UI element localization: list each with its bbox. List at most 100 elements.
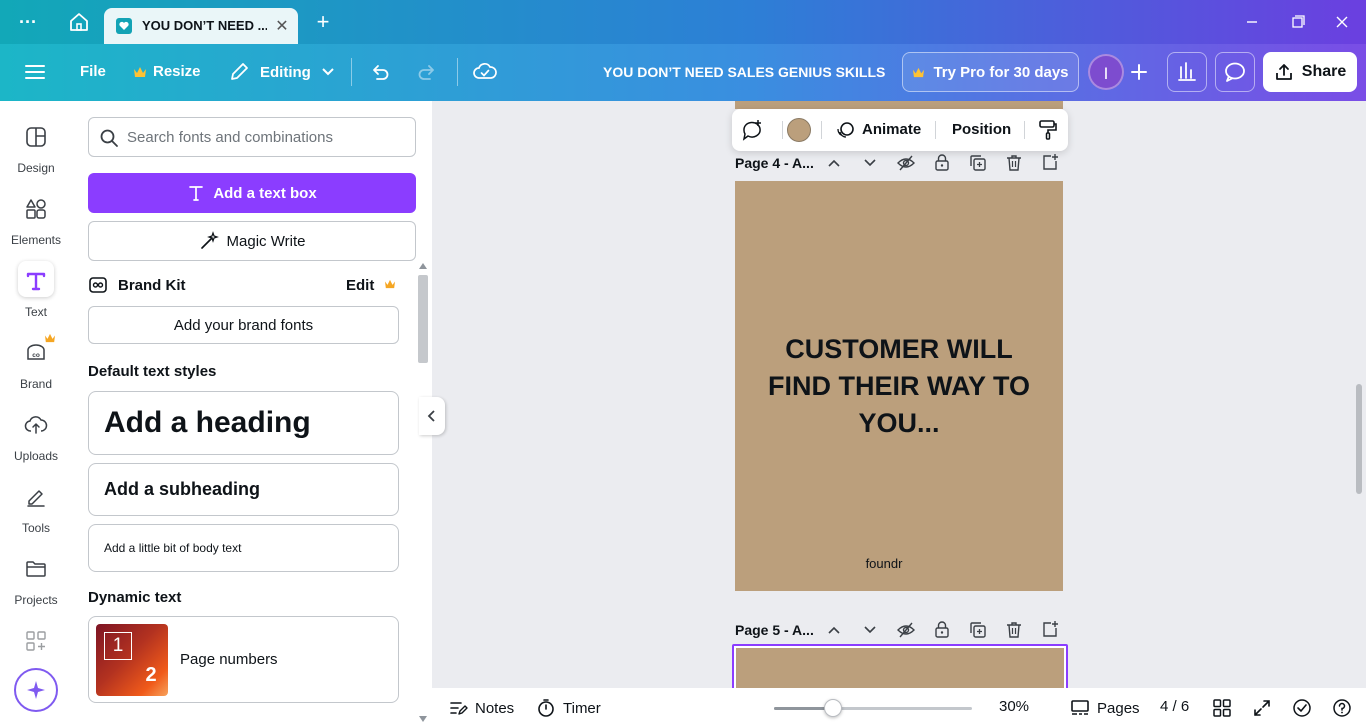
- maximize-icon[interactable]: [1285, 10, 1309, 34]
- lock-icon[interactable]: [933, 153, 951, 171]
- chevron-up-icon[interactable]: [825, 621, 843, 639]
- thumbnail-number-2: 2: [145, 664, 157, 686]
- scroll-thumb[interactable]: [418, 275, 428, 363]
- duplicate-page-icon[interactable]: [969, 154, 987, 172]
- insights-icon[interactable]: [1167, 52, 1207, 92]
- trash-icon[interactable]: [1005, 621, 1023, 639]
- paint-roller-icon[interactable]: [1037, 119, 1059, 141]
- resize-button[interactable]: Resize: [133, 63, 201, 80]
- avatar[interactable]: I: [1088, 54, 1124, 90]
- divider: [821, 121, 822, 139]
- file-menu[interactable]: File: [80, 63, 106, 80]
- font-search[interactable]: [88, 117, 416, 157]
- timer-label: Timer: [563, 699, 601, 717]
- notes-button[interactable]: Notes: [448, 698, 514, 718]
- trash-icon[interactable]: [1005, 154, 1023, 172]
- browser-menu-icon[interactable]: ···: [14, 12, 42, 32]
- check-circle-icon[interactable]: [1292, 698, 1312, 718]
- chevron-down-icon[interactable]: [861, 621, 879, 639]
- zoom-level[interactable]: 30%: [999, 698, 1029, 715]
- brand-kit-edit-link[interactable]: Edit: [346, 277, 374, 294]
- page-3-bottom-edge: [735, 101, 1063, 109]
- fullscreen-icon[interactable]: [1252, 698, 1272, 718]
- page-4-canvas[interactable]: CUSTOMER WILL FIND THEIR WAY TO YOU... f…: [735, 181, 1063, 591]
- minimize-icon[interactable]: [1240, 10, 1264, 34]
- rail-item-text[interactable]: Text: [0, 261, 72, 331]
- magic-write-label: Magic Write: [226, 232, 306, 250]
- share-button[interactable]: Share: [1263, 52, 1357, 92]
- rail-item-projects[interactable]: Projects: [0, 557, 72, 619]
- hide-page-icon[interactable]: [897, 154, 915, 172]
- page-numbers-button[interactable]: 1 2 Page numbers: [88, 616, 399, 703]
- add-text-box-button[interactable]: Add a text box: [88, 173, 416, 213]
- chevron-down-icon[interactable]: [861, 154, 879, 172]
- rail-item-uploads[interactable]: Uploads: [0, 413, 72, 475]
- text-icon: [24, 269, 48, 293]
- pages-button[interactable]: Pages: [1070, 698, 1140, 718]
- divider: [457, 58, 458, 86]
- add-subheading-button[interactable]: Add a subheading: [88, 463, 399, 516]
- add-page-icon[interactable]: [1041, 620, 1059, 638]
- share-label: Share: [1301, 63, 1347, 80]
- undo-icon[interactable]: [369, 61, 391, 83]
- notes-label: Notes: [475, 699, 515, 717]
- chevron-up-icon[interactable]: [825, 154, 843, 172]
- page-4-headline[interactable]: CUSTOMER WILL FIND THEIR WAY TO YOU...: [759, 331, 1039, 442]
- color-swatch[interactable]: [787, 118, 811, 142]
- timer-button[interactable]: Timer: [536, 698, 601, 718]
- page-4-label[interactable]: Page 4 - A...: [735, 155, 814, 171]
- magic-assistant-button[interactable]: [14, 668, 58, 712]
- redo-icon[interactable]: [416, 61, 438, 83]
- position-button[interactable]: Position: [952, 121, 1011, 138]
- default-text-styles-title: Default text styles: [88, 363, 217, 380]
- new-tab-icon[interactable]: +: [312, 11, 334, 33]
- text-panel: Add a text box Magic Write Brand Kit Edi…: [72, 101, 432, 728]
- page-4-brand-text[interactable]: foundr: [735, 556, 1033, 571]
- pencil-icon: [228, 61, 250, 83]
- comment-icon[interactable]: [1215, 52, 1255, 92]
- rail-item-design[interactable]: Design: [0, 125, 72, 187]
- add-page-icon[interactable]: [1041, 153, 1059, 171]
- add-brand-fonts-button[interactable]: Add your brand fonts: [88, 306, 399, 344]
- browser-tab-bar: ··· YOU DON’T NEED ... ✕ +: [0, 0, 1366, 44]
- duplicate-page-icon[interactable]: [969, 621, 987, 639]
- animate-button[interactable]: Animate: [862, 121, 921, 138]
- add-comment-icon[interactable]: [740, 118, 764, 142]
- notes-icon: [448, 698, 468, 718]
- rail-item-tools[interactable]: Tools: [0, 485, 72, 547]
- browser-tab[interactable]: YOU DON’T NEED ... ✕: [104, 8, 298, 44]
- cloud-saved-icon[interactable]: [473, 61, 497, 83]
- editing-mode-dropdown[interactable]: Editing: [228, 61, 335, 83]
- close-window-icon[interactable]: [1330, 10, 1354, 34]
- rail-item-brand[interactable]: co Brand: [0, 333, 72, 403]
- design-icon: [24, 125, 48, 149]
- add-body-text-button[interactable]: Add a little bit of body text: [88, 524, 399, 572]
- search-input[interactable]: [127, 124, 407, 150]
- scroll-down-arrow[interactable]: [419, 716, 427, 722]
- close-tab-icon[interactable]: ✕: [274, 16, 290, 35]
- crown-icon: [44, 333, 56, 343]
- lock-icon[interactable]: [933, 620, 951, 638]
- zoom-slider[interactable]: [774, 699, 972, 717]
- scroll-up-arrow[interactable]: [419, 263, 427, 269]
- subheading-label: Add a subheading: [104, 479, 261, 499]
- home-icon[interactable]: [68, 11, 90, 33]
- apps-icon: [24, 629, 48, 653]
- collapse-panel-button[interactable]: [419, 397, 445, 435]
- page-5-label[interactable]: Page 5 - A...: [735, 622, 814, 638]
- pages-label: Pages: [1097, 699, 1140, 717]
- document-title[interactable]: YOU DON’T NEED SALES GENIUS SKILLS: [603, 64, 885, 80]
- rail-item-elements[interactable]: Elements: [0, 197, 72, 259]
- page-5-canvas[interactable]: [732, 644, 1068, 688]
- editor-header: File Resize Editing YOU DON’T NEED SALES…: [0, 44, 1366, 101]
- menu-icon[interactable]: [24, 62, 46, 82]
- help-icon[interactable]: [1332, 698, 1352, 718]
- zoom-slider-handle[interactable]: [824, 699, 843, 717]
- hide-page-icon[interactable]: [897, 621, 915, 639]
- try-pro-button[interactable]: Try Pro for 30 days: [902, 52, 1079, 92]
- add-heading-button[interactable]: Add a heading: [88, 391, 399, 455]
- magic-write-button[interactable]: Magic Write: [88, 221, 416, 261]
- add-collaborator-icon[interactable]: [1126, 59, 1152, 85]
- canvas-scrollbar[interactable]: [1356, 384, 1362, 494]
- grid-view-icon[interactable]: [1212, 698, 1232, 718]
